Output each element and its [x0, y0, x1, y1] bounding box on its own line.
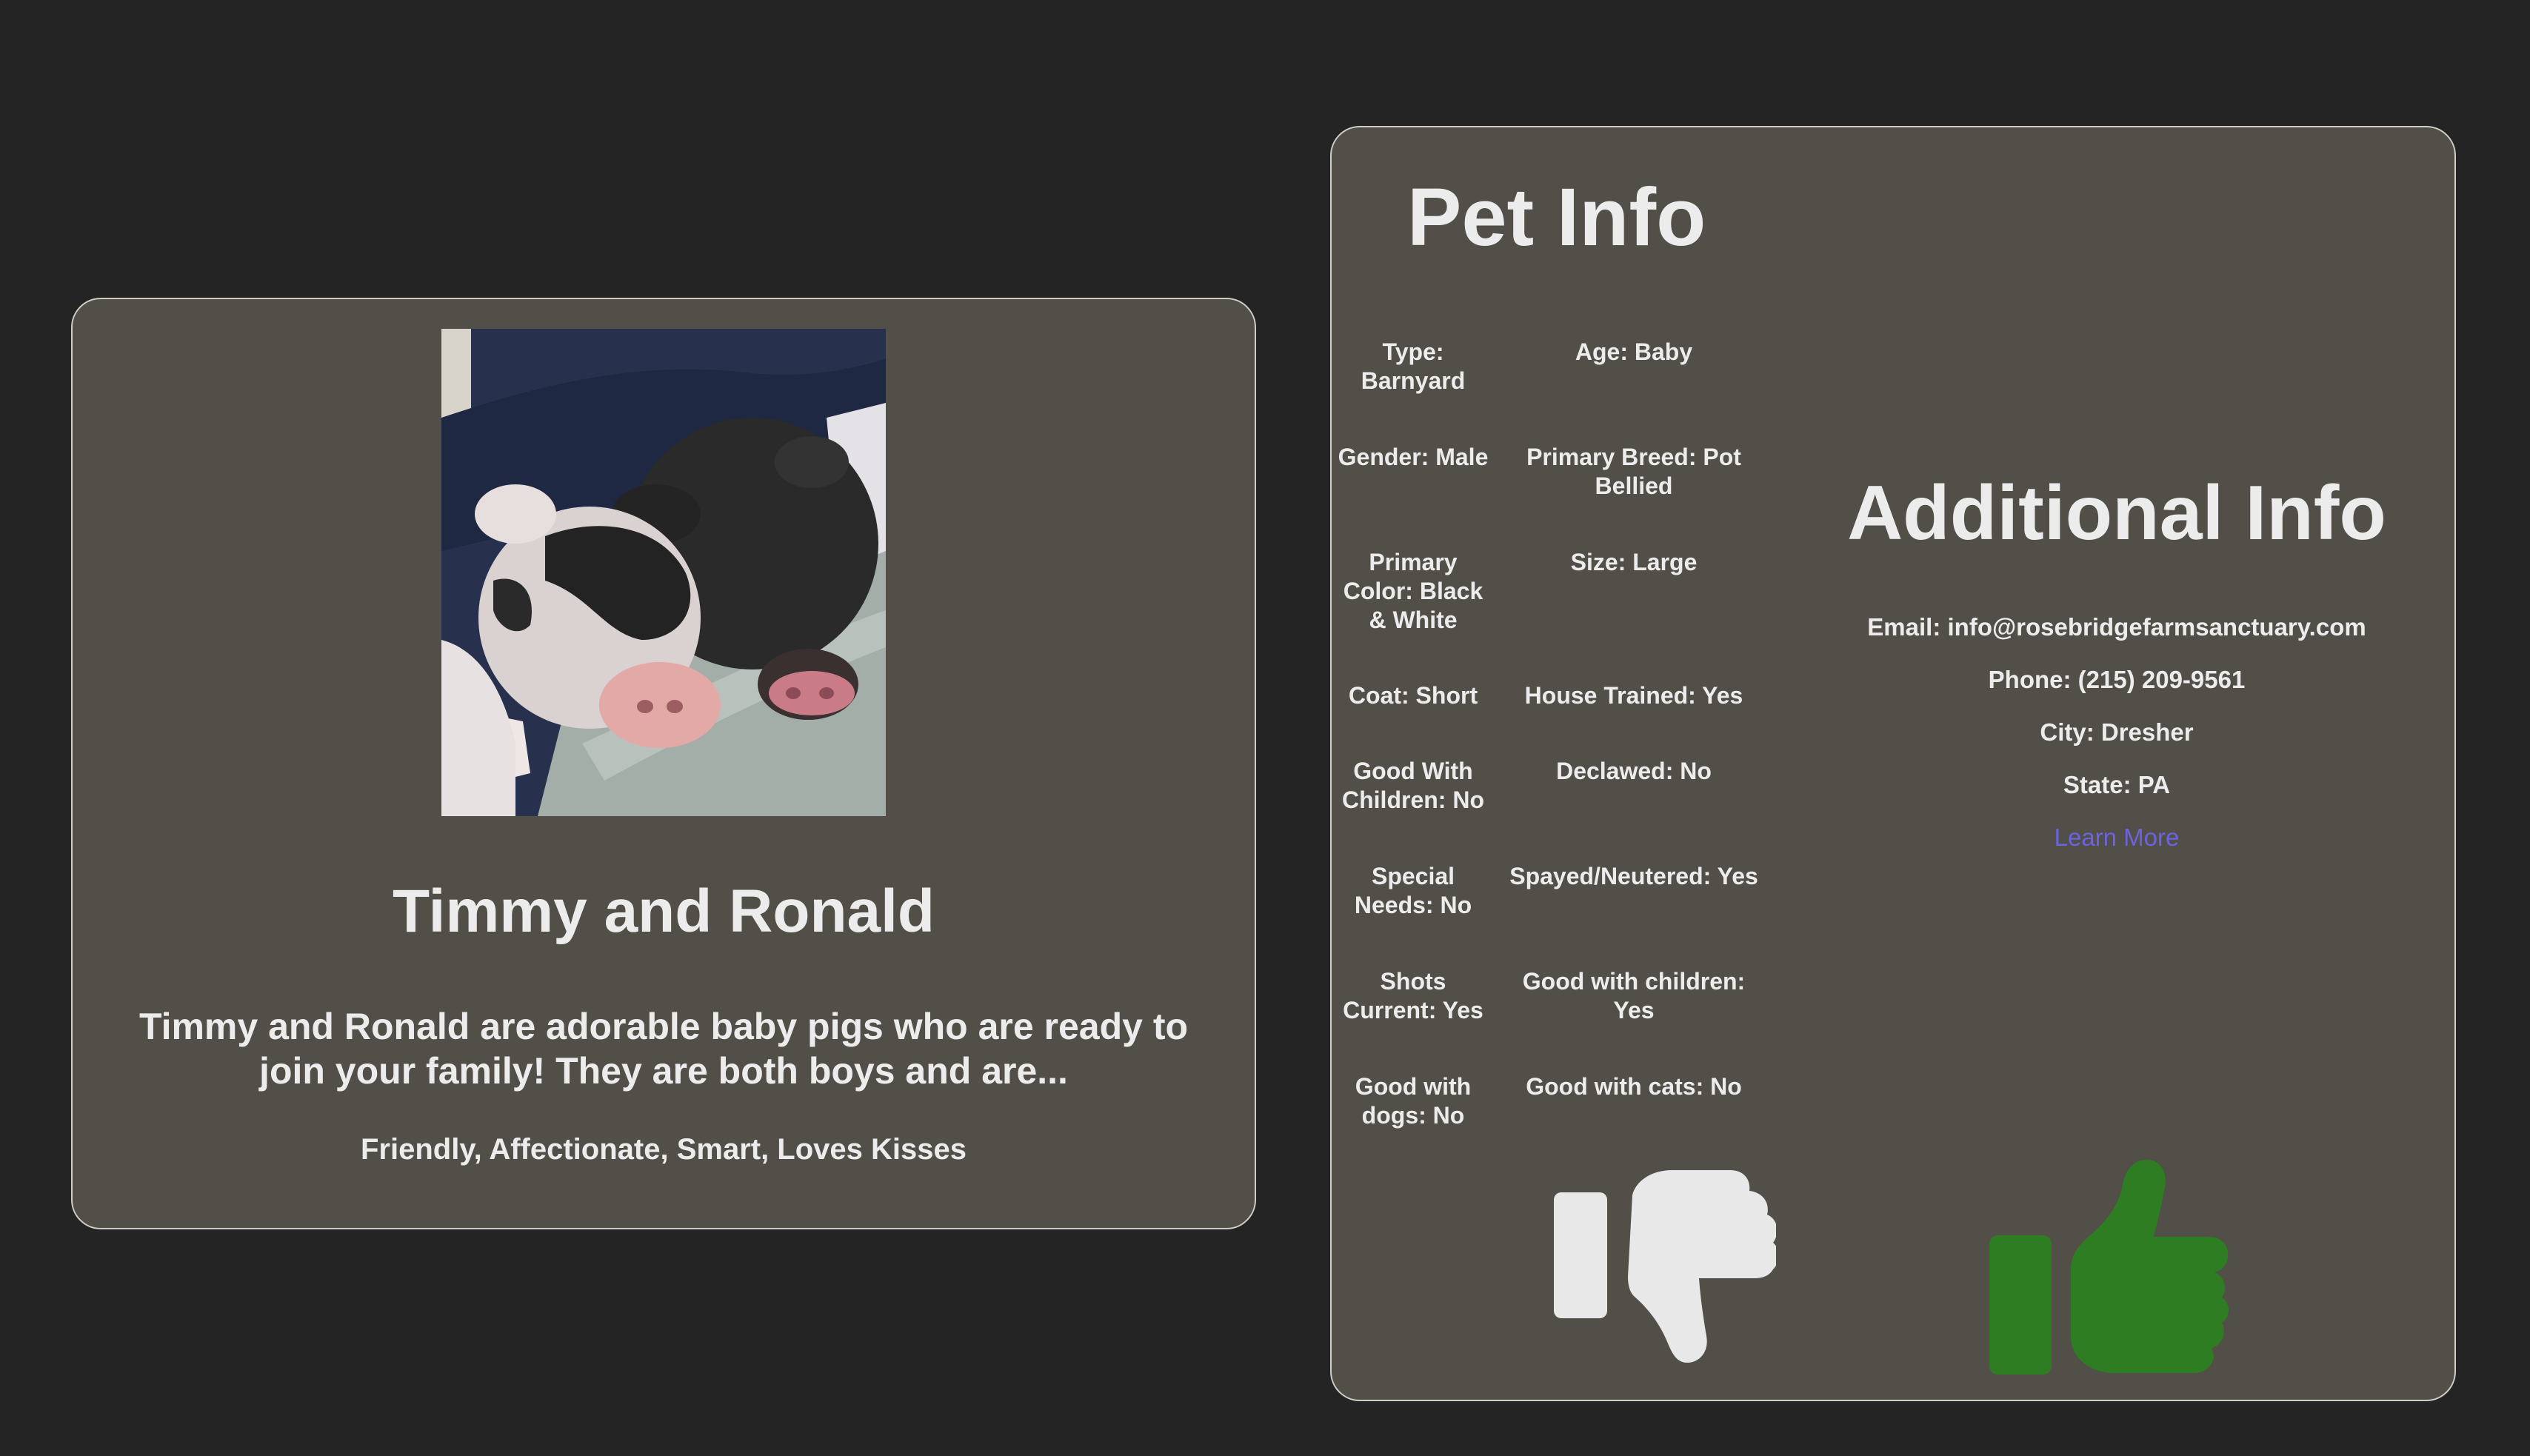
page: Timmy and Ronald Timmy and Ronald are ad…	[0, 0, 2530, 1456]
attr-good-with-dogs: Good with dogs: No	[1355, 1073, 1472, 1129]
contact-state: State: PA	[2063, 771, 2171, 798]
contact-city: City: Dresher	[2040, 718, 2194, 746]
pet-description: Timmy and Ronald are adorable baby pigs …	[138, 1006, 1189, 1092]
thumbs-down-icon-graphic	[1554, 1170, 1779, 1363]
learn-more-link[interactable]: Learn More	[1798, 824, 2435, 852]
pet-name: Timmy and Ronald	[392, 878, 935, 945]
thumbs-up-icon[interactable]	[1989, 1158, 2234, 1380]
attr-special-needs: Special Needs: No	[1354, 863, 1472, 918]
pet-traits: Friendly, Affectionate, Smart, Loves Kis…	[360, 1133, 967, 1166]
attr-size: Size: Large	[1570, 549, 1698, 575]
pet-photo-image	[441, 329, 886, 816]
attr-gender: Gender: Male	[1338, 444, 1489, 470]
pet-photo	[441, 329, 886, 816]
thumbs-up-icon-graphic	[1989, 1160, 2229, 1375]
attr-age: Age: Baby	[1575, 338, 1693, 365]
additional-info-title: Additional Info	[1847, 470, 2386, 556]
info-card: Pet Info Type: Barnyard Age: Baby Gender…	[1330, 126, 2456, 1401]
thumbs-down-icon[interactable]	[1554, 1166, 1779, 1366]
attr-primary-color: Primary Color: Black & White	[1343, 549, 1483, 633]
attr-declawed: Declawed: No	[1556, 758, 1712, 784]
attr-spayed-neutered: Spayed/Neutered: Yes	[1509, 863, 1758, 889]
pet-info-title: Pet Info	[1407, 172, 1706, 263]
attr-coat: Coat: Short	[1348, 682, 1478, 709]
attr-house-trained: House Trained: Yes	[1524, 682, 1743, 709]
attr-good-with-children: Good With Children: No	[1342, 758, 1484, 813]
attr-primary-breed: Primary Breed: Pot Bellied	[1526, 444, 1741, 499]
pet-card: Timmy and Ronald Timmy and Ronald are ad…	[71, 298, 1256, 1229]
attr-type: Type: Barnyard	[1361, 338, 1466, 394]
contact-email: Email: info@rosebridgefarmsanctuary.com	[1867, 613, 2366, 641]
attr-good-with-cats: Good with cats: No	[1526, 1073, 1742, 1100]
contact-phone: Phone: (215) 209-9561	[1988, 666, 2246, 693]
attr-good-with-children-2: Good with children: Yes	[1522, 968, 1746, 1023]
attr-shots-current: Shots Current: Yes	[1343, 968, 1483, 1023]
